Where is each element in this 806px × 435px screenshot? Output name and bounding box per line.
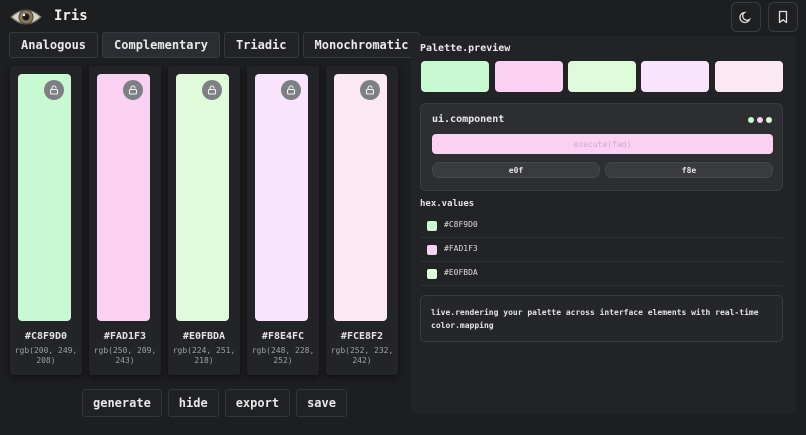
tab-monochromatic[interactable]: Monochromatic <box>302 32 421 58</box>
color-swatch: #FAD1F3 rgb(250, 209, 243) <box>89 66 161 375</box>
swatch-hex: #C8F9D0 <box>24 331 68 342</box>
swatch-color[interactable] <box>176 74 229 321</box>
dots-icon <box>748 117 772 123</box>
swatch-color[interactable] <box>334 74 387 321</box>
swatch-hex: #F8E4FC <box>261 331 305 342</box>
color-swatch: #FCE8F2 rgb(252, 232, 242) <box>326 66 398 375</box>
execute-button[interactable]: execute(fad) <box>432 134 773 154</box>
preview-swatch <box>421 61 489 92</box>
chip-left[interactable]: e0f <box>432 162 600 178</box>
hex-value-text: #C8F9D0 <box>444 220 478 229</box>
live-rendering-note: live.rendering your palette across inter… <box>420 295 783 342</box>
tab-complementary[interactable]: Complementary <box>102 32 220 58</box>
swatch-hex: #E0FBDA <box>182 331 226 342</box>
swatch-rgb: rgb(200, 249, 208) <box>14 346 78 365</box>
hex-values-title: hex.values <box>420 199 475 209</box>
preview-swatch <box>568 61 636 92</box>
swatch-rgb: rgb(224, 251, 218) <box>172 346 236 365</box>
scheme-tabs: Analogous Complementary Triadic Monochro… <box>9 32 421 58</box>
swatch-rgb: rgb(252, 232, 242) <box>330 346 394 365</box>
theme-toggle-button[interactable] <box>731 2 761 32</box>
eye-icon <box>9 4 43 30</box>
hex-value-row: #FAD1F3 <box>420 238 783 262</box>
swatch-rgb: rgb(250, 209, 243) <box>93 346 157 365</box>
color-swatch: #E0FBDA rgb(224, 251, 218) <box>168 66 240 375</box>
moon-icon <box>739 11 752 24</box>
swatch-color[interactable] <box>255 74 308 321</box>
ui-component-card: ui.component execute(fad) e0f f8e <box>420 103 783 191</box>
save-button[interactable]: save <box>296 389 347 417</box>
color-swatch: #C8F9D0 rgb(200, 249, 208) <box>10 66 82 375</box>
color-swatch: #F8E4FC rgb(248, 228, 252) <box>247 66 319 375</box>
hex-color-square <box>427 269 437 279</box>
lock-icon[interactable] <box>281 80 301 100</box>
export-button[interactable]: export <box>224 389 291 417</box>
swatch-list: #C8F9D0 rgb(200, 249, 208) #FAD1F3 rgb(2… <box>10 66 398 375</box>
hide-button[interactable]: hide <box>167 389 219 417</box>
bookmark-icon <box>778 10 788 24</box>
swatch-color[interactable] <box>18 74 71 321</box>
hex-color-square <box>427 245 437 255</box>
chip-right[interactable]: f8e <box>605 162 773 178</box>
hex-color-square <box>427 221 437 231</box>
bookmark-button[interactable] <box>768 2 798 32</box>
app-header: Iris <box>0 0 806 34</box>
hex-value-row: #E0FBDA <box>420 262 783 286</box>
palette-preview-panel: Palette.preview ui.component execute(fad… <box>411 36 796 414</box>
hex-value-text: #E0FBDA <box>444 268 478 277</box>
lock-icon[interactable] <box>202 80 222 100</box>
preview-title: Palette.preview <box>420 43 511 54</box>
swatch-hex: #FAD1F3 <box>103 331 147 342</box>
component-title: ui.component <box>432 114 505 125</box>
preview-swatch <box>495 61 563 92</box>
preview-swatch <box>715 61 783 92</box>
generate-button[interactable]: generate <box>82 389 162 417</box>
app-title: Iris <box>54 8 88 24</box>
swatch-rgb: rgb(248, 228, 252) <box>251 346 315 365</box>
lock-icon[interactable] <box>123 80 143 100</box>
swatch-hex: #FCE8F2 <box>340 331 384 342</box>
lock-icon[interactable] <box>44 80 64 100</box>
lock-icon[interactable] <box>360 80 380 100</box>
hex-value-text: #FAD1F3 <box>444 244 478 253</box>
preview-swatch <box>641 61 709 92</box>
hex-value-row: #C8F9D0 <box>420 214 783 238</box>
tab-analogous[interactable]: Analogous <box>9 32 99 58</box>
tab-triadic[interactable]: Triadic <box>223 32 299 58</box>
swatch-color[interactable] <box>97 74 150 321</box>
action-bar: generate hide export save <box>82 389 347 417</box>
